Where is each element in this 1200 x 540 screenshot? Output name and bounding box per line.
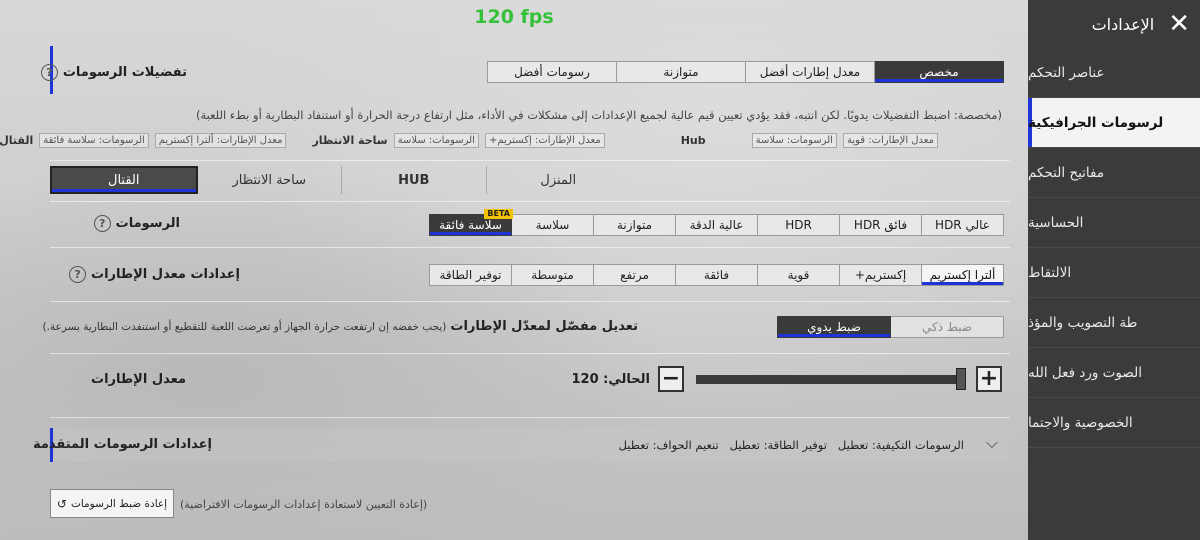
graphics-option[interactable]: سلاسة <box>511 214 594 236</box>
frame-rate-option-selected[interactable]: ألترا إكستريم <box>921 264 1004 286</box>
frame-rate-option[interactable]: إكستريم+ <box>839 264 922 286</box>
graphics-option-selected[interactable]: سلاسة فائقة BETA <box>429 209 513 236</box>
pref-better-fps-option[interactable]: معدل إطارات أفضل <box>745 61 875 83</box>
frame-rate-option[interactable]: متوسطة <box>511 264 594 286</box>
reset-note: (إعادة التعيين لاستعادة إعدادات الرسومات… <box>180 498 428 511</box>
fps-slider-handle[interactable] <box>956 368 966 390</box>
graphics-option[interactable]: عالي HDR <box>921 214 1004 236</box>
frame-rate-option[interactable]: فائقة <box>675 264 758 286</box>
graphics-option[interactable]: فائق HDR <box>839 214 922 236</box>
sidebar-item-privacy[interactable]: الخصوصية والاجتما <box>1028 398 1200 448</box>
graphics-option[interactable]: عالية الدقة <box>675 214 758 236</box>
graphics-quality-label: الرسومات ? <box>93 215 180 232</box>
advanced-settings-label: إعدادات الرسومات المتقدمة <box>32 437 212 452</box>
advanced-settings-row[interactable]: إعدادات الرسومات المتقدمة الرسومات التكي… <box>33 428 1010 462</box>
sidebar-item-keys[interactable]: مفاتيح التحكم <box>1028 148 1200 198</box>
sidebar-header: الإعدادات ✕ <box>1028 0 1200 48</box>
tabs-divider <box>50 166 1010 202</box>
adaptive-mode-selector: ضبط ذكي ضبط يدوي <box>777 316 1004 338</box>
graphics-option-label: سلاسة فائقة <box>439 218 502 232</box>
pref-better-graphics-option[interactable]: رسومات أفضل <box>487 61 617 83</box>
chevron-down-icon[interactable]: ⌵ <box>986 433 998 453</box>
reset-graphics-button[interactable]: إعادة ضبط الرسومات ↺ <box>50 489 174 518</box>
preset-tag: الرسومات: سلاسة فائقة <box>39 133 149 148</box>
preset-name-hub: Hub <box>680 134 706 147</box>
graphics-quality-label-text: الرسومات <box>115 216 180 231</box>
help-icon[interactable]: ? <box>40 64 58 81</box>
preset-tag: معدل الإطارات: إكستريم+ <box>484 133 605 148</box>
help-icon[interactable]: ? <box>69 266 86 283</box>
advanced-settings-summary: الرسومات التكيفية: تعطيل توفير الطاقة: ت… <box>618 438 964 452</box>
help-icon[interactable]: ? <box>93 215 111 232</box>
smart-tune-option[interactable]: ضبط ذكي <box>890 316 1004 338</box>
graphics-prefs-row: تفضيلات الرسومات ? مخصص معدل إطارات أفضل… <box>0 46 1010 161</box>
decrease-fps-button[interactable]: − <box>658 366 684 392</box>
settings-title: الإعدادات <box>1091 14 1155 34</box>
sidebar-item-controls[interactable]: عناصر التحكم <box>1028 48 1200 98</box>
sidebar-item-pickup[interactable]: الالتقاط <box>1028 248 1200 298</box>
settings-sidebar: الإعدادات ✕ عناصر التحكم لرسومات الجرافي… <box>1028 0 1200 540</box>
frame-rate-selector: ألترا إكستريم إكستريم+ قوية فائقة مرتفع … <box>429 264 1004 286</box>
frame-rate-option[interactable]: توفير الطاقة <box>429 264 512 286</box>
manual-tune-option[interactable]: ضبط يدوي <box>777 316 891 338</box>
increase-fps-button[interactable]: + <box>976 366 1002 392</box>
preset-tag: الرسومات: سلاسة <box>751 133 837 148</box>
sidebar-item-audio[interactable]: الصوت ورد فعل الله <box>1028 348 1200 398</box>
graphics-option[interactable]: HDR <box>757 214 840 236</box>
adaptive-fps-note: (يجب خفضه إن ارتفعت حرارة الجهاز أو تعرض… <box>42 320 447 333</box>
frame-rate-option[interactable]: قوية <box>757 264 840 286</box>
preset-tag: الرسومات: سلاسة <box>393 133 479 148</box>
graphics-quality-selector: عالي HDR فائق HDR HDR عالية الدقة متوازن… <box>429 209 1004 236</box>
frame-rate-option[interactable]: مرتفع <box>593 264 676 286</box>
fps-slider-track[interactable] <box>696 375 964 384</box>
preset-summary: معدل الإطارات: قوية الرسومات: سلاسة Hub … <box>0 133 938 148</box>
close-icon[interactable]: ✕ <box>1168 11 1190 37</box>
graphics-option[interactable]: متوازنة <box>593 214 676 236</box>
pref-custom-option[interactable]: مخصص <box>874 61 1004 83</box>
frame-rate-label-text: إعدادات معدل الإطارات <box>91 267 240 282</box>
pref-balanced-option[interactable]: متوازنة <box>616 61 746 83</box>
graphics-prefs-label: تفضيلات الرسومات ? <box>40 64 187 81</box>
sidebar-item-graphics[interactable]: لرسومات الجرافيكية <box>1028 98 1200 148</box>
preset-name-combat: القتال <box>0 134 34 147</box>
frame-rate-label: إعدادات معدل الإطارات ? <box>69 266 240 283</box>
beta-badge: BETA <box>484 209 513 219</box>
fps-current-value: الحالي: 120 <box>571 372 651 387</box>
graphics-quality-row: الرسومات ? عالي HDR فائق HDR HDR عالية ا… <box>50 202 1010 248</box>
sidebar-item-sensitivity[interactable]: الحساسية <box>1028 198 1200 248</box>
fps-slider-label: معدل الإطارات <box>91 372 186 387</box>
preset-name-lobby: ساحة الانتظار <box>312 134 388 147</box>
adaptive-fps-title: تعديل مفصّل لمعدّل الإطارات <box>450 319 638 334</box>
frame-rate-row: إعدادات معدل الإطارات ? ألترا إكستريم إك… <box>50 248 1010 302</box>
preset-tag: معدل الإطارات: قوية <box>842 133 938 148</box>
fps-counter: 120 fps <box>474 6 554 28</box>
graphics-settings-panel: تفضيلات الرسومات ? مخصص معدل إطارات أفضل… <box>0 46 1010 466</box>
graphics-prefs-label-text: تفضيلات الرسومات <box>62 65 187 80</box>
reset-icon: ↺ <box>56 496 67 511</box>
preset-tag: معدل الإطارات: ألترا إكستريم <box>154 133 287 148</box>
fps-slider-row: معدل الإطارات الحالي: 120 <box>50 354 1010 418</box>
graphics-prefs-selector: مخصص معدل إطارات أفضل متوازنة رسومات أفض… <box>487 61 1004 83</box>
graphics-prefs-description: (مخصصة: اضبط التفضيلات يدويًا. لكن انتبه… <box>196 108 1002 122</box>
adaptive-fps-row: تعديل مفصّل لمعدّل الإطارات (يجب خفضه إن… <box>42 302 1010 354</box>
sidebar-item-crosshair[interactable]: طة التصويب والمؤذ <box>1028 298 1200 348</box>
reset-button-label: إعادة ضبط الرسومات <box>70 497 168 510</box>
adaptive-fps-label: تعديل مفصّل لمعدّل الإطارات (يجب خفضه إن… <box>42 319 638 334</box>
